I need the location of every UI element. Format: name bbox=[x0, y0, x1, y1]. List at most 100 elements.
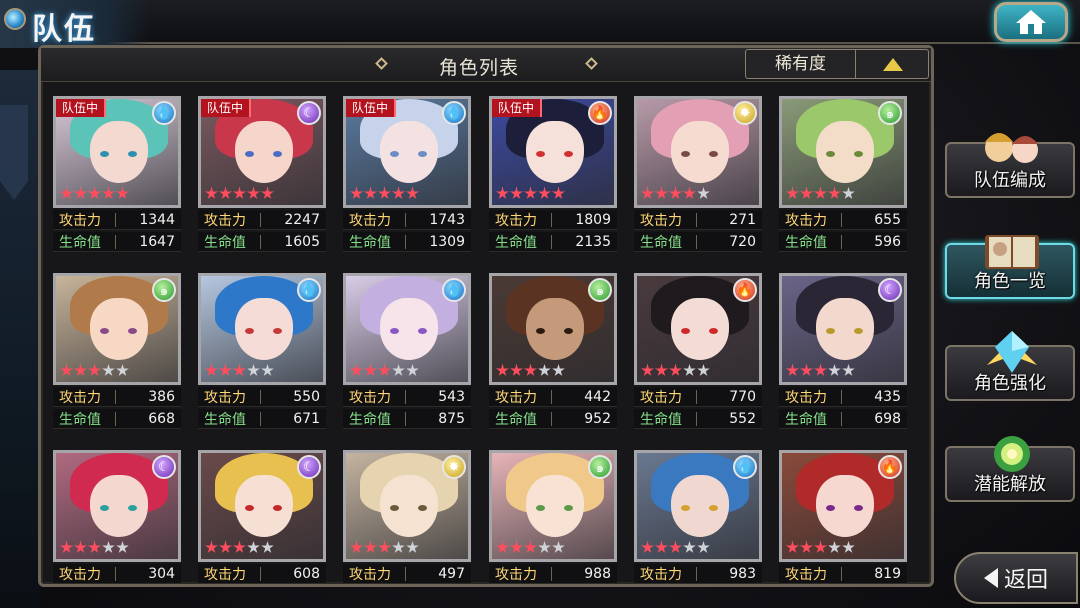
star-icon bbox=[800, 364, 813, 376]
character-card[interactable]: ๑ 攻击力 442 生命值 952 bbox=[489, 273, 617, 435]
character-card[interactable]: 💧 攻击力 983 生命值 bbox=[634, 450, 762, 586]
hp-value: 1647 bbox=[139, 233, 175, 250]
star-icon bbox=[655, 187, 668, 199]
in-party-badge: 队伍中 bbox=[56, 99, 107, 117]
side-menu-button[interactable]: 角色强化 bbox=[945, 331, 1075, 401]
star-icon bbox=[496, 541, 509, 553]
hp-value: 875 bbox=[438, 410, 465, 427]
rarity-stars bbox=[60, 541, 129, 557]
hp-label: 生命值 bbox=[204, 234, 246, 251]
star-icon bbox=[786, 187, 799, 199]
character-card[interactable]: ☾ 攻击力 304 生命值 bbox=[53, 450, 181, 586]
portrait-eye bbox=[245, 151, 254, 157]
star-icon bbox=[683, 187, 696, 199]
star-icon bbox=[74, 541, 87, 553]
hp-label: 生命值 bbox=[489, 586, 551, 587]
character-card[interactable]: ๑ 攻击力 655 生命值 596 bbox=[779, 96, 907, 258]
hp-stat: 生命值 596 bbox=[779, 232, 907, 252]
rarity-stars bbox=[205, 541, 274, 557]
side-menu-button[interactable]: 潜能解放 bbox=[945, 436, 1075, 502]
character-card[interactable]: ☾ 攻击力 435 生命值 698 bbox=[779, 273, 907, 435]
character-card[interactable]: 💧 攻击力 543 生命值 875 bbox=[343, 273, 471, 435]
home-button[interactable] bbox=[994, 2, 1068, 42]
star-icon bbox=[233, 364, 246, 376]
diamond-ornament-icon bbox=[585, 57, 598, 70]
portrait-face bbox=[671, 298, 729, 360]
attack-value: 819 bbox=[874, 565, 901, 582]
water-element-icon: 💧 bbox=[442, 278, 466, 302]
attack-stat: 攻击力 983 bbox=[634, 564, 762, 584]
rarity-stars bbox=[641, 541, 710, 557]
moon-element-icon: ☾ bbox=[297, 455, 321, 479]
hp-stat: 生命值 668 bbox=[53, 409, 181, 429]
portrait-eye bbox=[273, 151, 282, 157]
moon-element-icon: ☾ bbox=[878, 278, 902, 302]
character-card[interactable]: ๑ 攻击力 988 生命值 bbox=[489, 450, 617, 586]
attack-label: 攻击力 bbox=[349, 566, 391, 583]
attack-stat: 攻击力 386 bbox=[53, 387, 181, 407]
portrait-eye bbox=[128, 328, 137, 334]
hp-value: 2135 bbox=[575, 233, 611, 250]
character-card[interactable]: 🔥 攻击力 819 生命值 bbox=[779, 450, 907, 586]
portrait-eye bbox=[390, 505, 399, 511]
side-menu-button[interactable]: 队伍编成 bbox=[945, 133, 1075, 198]
character-portrait: ๑ bbox=[779, 96, 907, 208]
hp-value: 671 bbox=[293, 410, 320, 427]
title-badge: 队伍 bbox=[0, 0, 150, 48]
in-party-badge: 队伍中 bbox=[201, 99, 252, 117]
portrait-face bbox=[380, 298, 438, 360]
character-card[interactable]: ☾ 攻击力 608 生命值 bbox=[198, 450, 326, 586]
hp-label: 生命值 bbox=[640, 234, 682, 251]
portrait-eye bbox=[418, 505, 427, 511]
portrait-eye bbox=[273, 505, 282, 511]
star-icon bbox=[828, 187, 841, 199]
star-icon bbox=[378, 541, 391, 553]
attack-stat: 攻击力 770 bbox=[634, 387, 762, 407]
star-icon bbox=[392, 364, 405, 376]
character-card[interactable]: 队伍中 🔥 攻击力 1809 生命值 2135 bbox=[489, 96, 617, 258]
fire-element-icon: 🔥 bbox=[878, 455, 902, 479]
portrait-face bbox=[816, 298, 874, 360]
character-card[interactable]: 🔥 攻击力 770 生命值 552 bbox=[634, 273, 762, 435]
screen-title: 队伍 bbox=[32, 12, 96, 47]
hp-label: 生命值 bbox=[495, 411, 537, 428]
character-portrait: 队伍中 ☾ bbox=[198, 96, 326, 208]
hp-stat: 生命值 875 bbox=[343, 409, 471, 429]
portrait-eye bbox=[709, 151, 718, 157]
character-card[interactable]: 队伍中 💧 攻击力 1344 生命值 1647 bbox=[53, 96, 181, 258]
character-card[interactable]: 💧 攻击力 550 生命值 671 bbox=[198, 273, 326, 435]
character-card[interactable]: ๑ 攻击力 386 生命值 668 bbox=[53, 273, 181, 435]
attack-label: 攻击力 bbox=[640, 212, 682, 229]
character-card[interactable]: ✸ 攻击力 271 生命值 720 bbox=[634, 96, 762, 258]
attack-label: 攻击力 bbox=[204, 212, 246, 229]
hp-label: 生命值 bbox=[204, 411, 246, 428]
attack-stat: 攻击力 819 bbox=[779, 564, 907, 584]
character-card[interactable]: ✸ 攻击力 497 生命值 bbox=[343, 450, 471, 586]
character-portrait: ๑ bbox=[53, 273, 181, 385]
sort-dropdown[interactable]: 稀有度 bbox=[746, 50, 856, 78]
back-button[interactable]: 返回 bbox=[954, 552, 1078, 604]
star-icon bbox=[683, 364, 696, 376]
portrait-face bbox=[90, 121, 148, 183]
hp-label: 生命值 bbox=[349, 234, 391, 251]
side-menu-button[interactable]: 角色一览 bbox=[945, 235, 1075, 299]
portrait-eye bbox=[536, 328, 545, 334]
rarity-stars bbox=[786, 364, 855, 380]
attack-value: 655 bbox=[874, 211, 901, 228]
character-card[interactable]: 队伍中 ☾ 攻击力 2247 生命值 1605 bbox=[198, 96, 326, 258]
character-portrait: ✸ bbox=[343, 450, 471, 562]
in-party-badge: 队伍中 bbox=[346, 99, 397, 117]
portrait-face bbox=[235, 298, 293, 360]
rarity-stars bbox=[205, 187, 274, 203]
attack-stat: 攻击力 271 bbox=[634, 210, 762, 230]
sort-order-button[interactable] bbox=[857, 50, 928, 78]
star-icon bbox=[74, 364, 87, 376]
portrait-face bbox=[526, 121, 584, 183]
character-card[interactable]: 队伍中 💧 攻击力 1743 生命值 1309 bbox=[343, 96, 471, 258]
gem-icon bbox=[4, 8, 26, 30]
attack-stat: 攻击力 1809 bbox=[489, 210, 617, 230]
star-icon bbox=[510, 187, 523, 199]
portrait-face bbox=[526, 298, 584, 360]
fire-element-icon: 🔥 bbox=[733, 278, 757, 302]
triangle-up-icon bbox=[882, 57, 903, 71]
